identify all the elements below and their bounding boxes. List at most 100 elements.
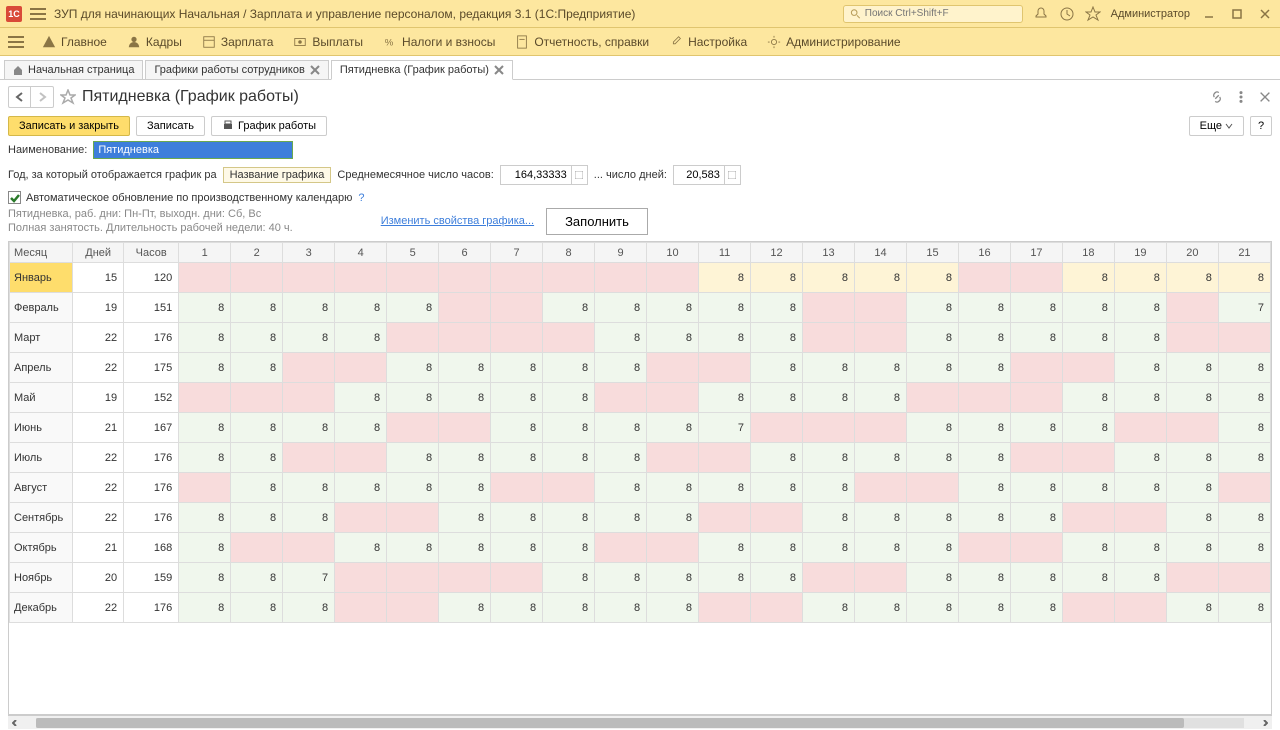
day-cell[interactable] bbox=[1062, 443, 1114, 473]
horizontal-scrollbar[interactable] bbox=[8, 715, 1272, 729]
day-cell[interactable]: 8 bbox=[855, 383, 907, 413]
table-row[interactable]: Ноябрь201598878888888888 bbox=[10, 563, 1271, 593]
tab-pyatidnevka[interactable]: Пятидневка (График работы) bbox=[331, 60, 513, 80]
day-cell[interactable]: 8 bbox=[1114, 263, 1166, 293]
day-cell[interactable] bbox=[283, 383, 335, 413]
day-cell[interactable]: 8 bbox=[803, 473, 855, 503]
day-cell[interactable] bbox=[647, 263, 699, 293]
day-cell[interactable]: 8 bbox=[283, 293, 335, 323]
day-cell[interactable] bbox=[335, 593, 387, 623]
link-icon[interactable] bbox=[1210, 90, 1224, 104]
day-cell[interactable]: 8 bbox=[283, 413, 335, 443]
days-cell[interactable]: 22 bbox=[73, 593, 124, 623]
day-cell[interactable] bbox=[751, 503, 803, 533]
hours-cell[interactable]: 176 bbox=[124, 443, 179, 473]
close-icon[interactable] bbox=[494, 65, 504, 75]
day-cell[interactable]: 8 bbox=[595, 473, 647, 503]
day-cell[interactable]: 8 bbox=[647, 563, 699, 593]
day-cell[interactable]: 8 bbox=[803, 533, 855, 563]
day-cell[interactable] bbox=[179, 473, 231, 503]
day-cell[interactable] bbox=[958, 383, 1010, 413]
day-cell[interactable]: 8 bbox=[1010, 413, 1062, 443]
day-cell[interactable]: 8 bbox=[647, 323, 699, 353]
col-header[interactable]: 16 bbox=[958, 243, 1010, 263]
col-header[interactable]: 10 bbox=[647, 243, 699, 263]
col-header[interactable]: 7 bbox=[491, 243, 543, 263]
day-cell[interactable] bbox=[699, 503, 751, 533]
day-cell[interactable]: 8 bbox=[179, 293, 231, 323]
day-cell[interactable]: 8 bbox=[595, 503, 647, 533]
day-cell[interactable]: 8 bbox=[647, 413, 699, 443]
day-cell[interactable] bbox=[387, 263, 439, 293]
day-cell[interactable]: 8 bbox=[179, 353, 231, 383]
help-button[interactable]: ? bbox=[1250, 116, 1272, 136]
day-cell[interactable]: 8 bbox=[803, 383, 855, 413]
day-cell[interactable]: 8 bbox=[803, 353, 855, 383]
minimize-button[interactable] bbox=[1200, 7, 1218, 21]
day-cell[interactable] bbox=[1218, 323, 1270, 353]
day-cell[interactable] bbox=[647, 353, 699, 383]
change-props-link[interactable]: Изменить свойства графика... bbox=[381, 215, 534, 227]
day-cell[interactable]: 8 bbox=[803, 263, 855, 293]
day-cell[interactable]: 8 bbox=[179, 533, 231, 563]
day-cell[interactable]: 8 bbox=[906, 413, 958, 443]
table-row[interactable]: Август22176888888888888888 bbox=[10, 473, 1271, 503]
scroll-thumb[interactable] bbox=[36, 718, 1184, 728]
days-cell[interactable]: 22 bbox=[73, 473, 124, 503]
col-header[interactable]: Месяц bbox=[10, 243, 73, 263]
search-input[interactable] bbox=[861, 8, 1016, 19]
day-cell[interactable]: 8 bbox=[439, 383, 491, 413]
day-cell[interactable]: 8 bbox=[751, 353, 803, 383]
day-cell[interactable] bbox=[491, 293, 543, 323]
day-cell[interactable] bbox=[335, 563, 387, 593]
day-cell[interactable]: 8 bbox=[439, 473, 491, 503]
table-row[interactable]: Май191528888888888888 bbox=[10, 383, 1271, 413]
day-cell[interactable]: 8 bbox=[958, 293, 1010, 323]
menu-otchet[interactable]: Отчетность, справки bbox=[507, 31, 657, 53]
col-header[interactable]: 9 bbox=[595, 243, 647, 263]
day-cell[interactable] bbox=[855, 293, 907, 323]
nav-forward[interactable] bbox=[31, 87, 53, 107]
day-cell[interactable]: 8 bbox=[1062, 473, 1114, 503]
day-cell[interactable]: 8 bbox=[1166, 353, 1218, 383]
scroll-track[interactable] bbox=[36, 718, 1244, 728]
day-cell[interactable] bbox=[855, 563, 907, 593]
col-header[interactable]: 12 bbox=[751, 243, 803, 263]
day-cell[interactable]: 8 bbox=[1062, 293, 1114, 323]
day-cell[interactable] bbox=[855, 473, 907, 503]
day-cell[interactable] bbox=[906, 383, 958, 413]
day-cell[interactable]: 8 bbox=[283, 593, 335, 623]
hours-cell[interactable]: 151 bbox=[124, 293, 179, 323]
day-cell[interactable]: 8 bbox=[699, 293, 751, 323]
day-cell[interactable] bbox=[387, 323, 439, 353]
col-header[interactable]: 20 bbox=[1166, 243, 1218, 263]
maximize-button[interactable] bbox=[1228, 7, 1246, 21]
day-cell[interactable] bbox=[543, 473, 595, 503]
day-cell[interactable]: 8 bbox=[335, 473, 387, 503]
col-header[interactable]: 21 bbox=[1218, 243, 1270, 263]
col-header[interactable]: 1 bbox=[179, 243, 231, 263]
day-cell[interactable]: 8 bbox=[543, 593, 595, 623]
day-cell[interactable] bbox=[231, 263, 283, 293]
day-cell[interactable]: 8 bbox=[751, 293, 803, 323]
day-cell[interactable]: 8 bbox=[1166, 593, 1218, 623]
col-header[interactable]: 17 bbox=[1010, 243, 1062, 263]
day-cell[interactable]: 8 bbox=[958, 503, 1010, 533]
day-cell[interactable]: 8 bbox=[751, 383, 803, 413]
day-cell[interactable]: 8 bbox=[751, 563, 803, 593]
hours-cell[interactable]: 159 bbox=[124, 563, 179, 593]
day-cell[interactable]: 8 bbox=[1166, 263, 1218, 293]
day-cell[interactable]: 8 bbox=[179, 563, 231, 593]
table-row[interactable]: Октябрь21168888888888888888 bbox=[10, 533, 1271, 563]
day-cell[interactable]: 8 bbox=[1062, 413, 1114, 443]
day-cell[interactable]: 8 bbox=[1218, 353, 1270, 383]
day-cell[interactable]: 8 bbox=[491, 533, 543, 563]
favorite-icon[interactable] bbox=[60, 89, 76, 105]
day-cell[interactable] bbox=[1010, 353, 1062, 383]
day-cell[interactable] bbox=[1010, 383, 1062, 413]
day-cell[interactable] bbox=[803, 293, 855, 323]
table-row[interactable]: Март221768888888888888 bbox=[10, 323, 1271, 353]
day-cell[interactable] bbox=[231, 533, 283, 563]
day-cell[interactable]: 8 bbox=[491, 443, 543, 473]
day-cell[interactable]: 8 bbox=[231, 563, 283, 593]
